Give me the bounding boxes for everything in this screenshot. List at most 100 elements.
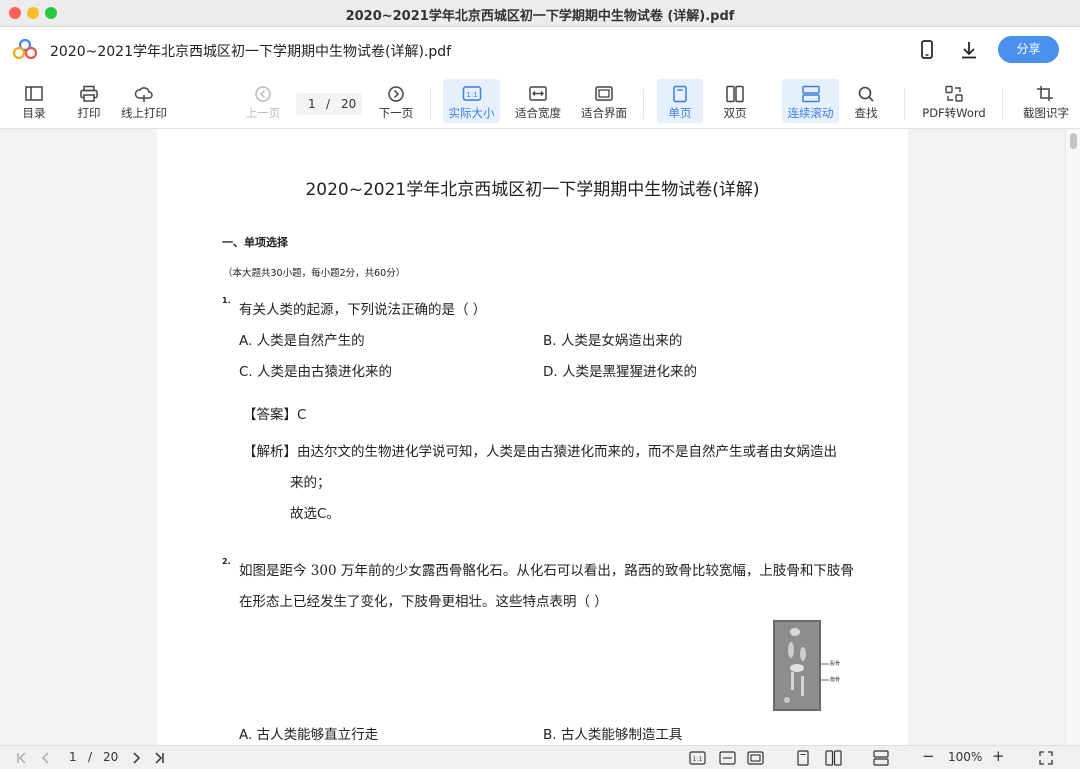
double-page-label: 双页 <box>723 106 747 120</box>
next-page-label: 下一页 <box>378 106 414 120</box>
print-label: 打印 <box>77 106 101 120</box>
continuous-scroll-small-icon[interactable] <box>873 750 889 766</box>
toc-icon <box>25 86 43 101</box>
figure-label-hip: 髋骨 <box>830 677 841 683</box>
continuous-scroll-button[interactable]: 连续滚动 <box>782 79 839 123</box>
double-page-button[interactable]: 双页 <box>716 79 754 123</box>
option-a: A. 古人类能够直立行走 <box>239 727 379 743</box>
actual-size-badge: 1:1 <box>466 91 477 99</box>
option-a: A. 人类是自然产生的 <box>239 333 365 349</box>
single-page-small-icon[interactable] <box>795 750 811 766</box>
pdf-to-word-button[interactable]: PDF转Word <box>920 79 988 123</box>
single-page-icon <box>673 85 687 103</box>
find-button[interactable]: 查找 <box>847 79 885 123</box>
analysis-text: 故选C。 <box>290 506 340 522</box>
question-number: 2. <box>222 557 231 566</box>
option-b: B. 古人类能够制造工具 <box>543 727 683 743</box>
actual-size-label: 实际大小 <box>448 106 495 120</box>
first-page-icon[interactable] <box>14 750 30 766</box>
prev-page-button[interactable]: 上一页 <box>243 79 283 123</box>
option-c: C. 人类是由古猿进化来的 <box>239 364 393 380</box>
vertical-scrollbar[interactable] <box>1065 129 1080 745</box>
section-heading: 一、单项选择 <box>222 236 288 249</box>
fit-width-icon <box>529 86 547 101</box>
toolbar-divider <box>643 89 644 119</box>
screenshot-ocr-label: 截图识字 <box>1023 106 1069 120</box>
mobile-phone-icon[interactable] <box>916 39 938 61</box>
skeleton-fossil-image <box>773 620 821 711</box>
pdf-to-word-label: PDF转Word <box>922 106 986 120</box>
actual-size-small-icon[interactable]: 1:1 <box>689 750 706 766</box>
toc-button[interactable]: 目录 <box>14 79 54 123</box>
answer-block: 【答案】C <box>243 403 306 423</box>
document-heading: 2020~2021学年北京西城区初一下学期期中生物试卷(详解) <box>305 180 760 200</box>
page-number-field[interactable]: 1 / 20 <box>296 93 362 115</box>
single-page-label: 单页 <box>668 106 692 120</box>
toolbar-divider <box>904 89 905 119</box>
bottom-page-current[interactable]: 1 <box>69 750 77 766</box>
fit-page-icon <box>595 86 613 101</box>
fit-page-button[interactable]: 适合界面 <box>578 79 630 123</box>
page-separator: / <box>326 97 331 111</box>
share-button[interactable]: 分享 <box>998 36 1059 63</box>
fit-width-button[interactable]: 适合宽度 <box>512 79 564 123</box>
toolbar-divider <box>1002 89 1003 119</box>
actual-size-icon: 1:1 <box>462 86 481 101</box>
double-page-small-icon[interactable] <box>825 750 842 766</box>
analysis-text: 由达尔文的生物进化学说可知，人类是由古猿进化而来的，而不是自然产生或者由女娲造出 <box>297 444 837 460</box>
zoom-in-button[interactable]: + <box>992 747 1005 765</box>
next-page-icon[interactable] <box>128 750 144 766</box>
option-b: B. 人类是女娲造出来的 <box>543 333 683 349</box>
convert-icon <box>945 85 963 102</box>
document-title: 2020~2021学年北京西城区初一下学期期中生物试卷(详解).pdf <box>50 44 452 60</box>
toolbar-divider <box>430 89 431 119</box>
next-page-button[interactable]: 下一页 <box>376 79 416 123</box>
download-icon[interactable] <box>958 39 980 61</box>
search-icon <box>858 86 874 102</box>
fullscreen-icon[interactable] <box>1038 750 1054 766</box>
page-total: 20 <box>341 97 357 111</box>
crop-icon <box>1037 86 1053 101</box>
single-page-button[interactable]: 单页 <box>657 79 703 123</box>
scrollbar-thumb[interactable] <box>1070 133 1077 149</box>
pdf-page: 2020~2021学年北京西城区初一下学期期中生物试卷(详解) 一、单项选择 （… <box>157 129 908 745</box>
chevron-left-circle-icon <box>255 86 271 102</box>
document-viewer[interactable]: 2020~2021学年北京西城区初一下学期期中生物试卷(详解) 一、单项选择 （… <box>0 129 1080 745</box>
print-button[interactable]: 打印 <box>69 79 109 123</box>
question-number: 1. <box>222 296 231 305</box>
prev-page-icon[interactable] <box>38 750 54 766</box>
figure-label-femur: 股骨 <box>830 661 841 667</box>
window-title: 2020~2021学年北京西城区初一下学期期中生物试卷 (详解).pdf <box>345 9 735 24</box>
screenshot-ocr-button[interactable]: 截图识字 <box>1018 79 1074 123</box>
bottom-page-separator: / <box>88 750 93 764</box>
toc-label: 目录 <box>22 106 46 120</box>
analysis-text: 来的； <box>290 475 331 491</box>
answer-value: C <box>297 407 307 423</box>
fit-width-small-icon[interactable] <box>719 750 736 766</box>
actual-size-button[interactable]: 1:1 实际大小 <box>443 79 500 123</box>
fit-page-small-icon[interactable] <box>747 750 764 766</box>
continuous-scroll-label: 连续滚动 <box>787 106 834 120</box>
online-print-label: 线上打印 <box>121 106 167 120</box>
actual-size-small-badge: 1:1 <box>693 756 703 763</box>
question-stem: 在形态上已经发生了变化，下肢骨更相壮。这些特点表明（ ） <box>239 594 608 610</box>
chevron-right-circle-icon <box>388 86 404 102</box>
double-page-icon <box>726 85 744 103</box>
question-stem: 如图是距今 300 万年前的少女露西骨骼化石。从化石可以看出，路西的致骨比较宽幅… <box>239 563 854 579</box>
fit-page-label: 适合界面 <box>581 106 627 120</box>
find-label: 查找 <box>854 106 878 120</box>
fit-width-label: 适合宽度 <box>515 106 561 120</box>
zoom-out-button[interactable]: − <box>922 747 935 765</box>
option-d: D. 人类是黑猩猩进化来的 <box>543 364 697 380</box>
app-header: 2020~2021学年北京西城区初一下学期期中生物试卷(详解).pdf 分享 <box>0 27 1080 73</box>
last-page-icon[interactable] <box>151 750 167 766</box>
bottom-page-total: 20 <box>103 750 119 764</box>
page-current: 1 <box>308 97 316 111</box>
question-stem: 有关人类的起源，下列说法正确的是（ ） <box>239 302 487 318</box>
prev-page-label: 上一页 <box>245 106 281 120</box>
zoom-level[interactable]: 100% <box>948 750 982 766</box>
status-bar: 1 / 20 1:1 − 100% + <box>0 745 1080 769</box>
online-print-button[interactable]: 线上打印 <box>118 79 170 123</box>
continuous-scroll-icon <box>801 85 820 103</box>
app-logo-icon <box>13 39 37 59</box>
